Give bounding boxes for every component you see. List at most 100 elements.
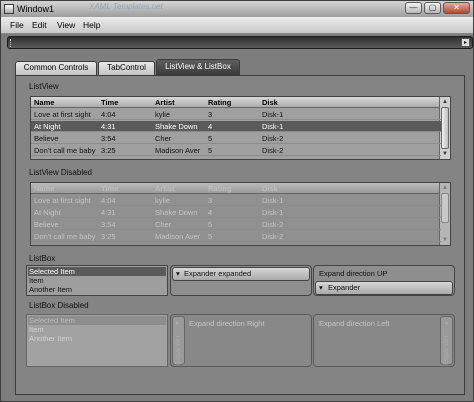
table-cell: Disk-1: [262, 208, 284, 217]
scroll-thumb[interactable]: [441, 107, 449, 149]
listbox-label: ListBox: [29, 254, 56, 263]
table-cell: 5: [208, 220, 213, 229]
table-cell: Disk-2: [262, 220, 284, 229]
expander-left-content: Expand direction Left: [319, 319, 390, 328]
table-cell: 4:04: [101, 196, 116, 205]
listview-disabled: Name Time Artist Rating Disk ▲ ▼ Love at…: [30, 182, 451, 246]
table-cell: Cher: [155, 220, 172, 229]
menu-file[interactable]: File: [10, 20, 24, 30]
table-cell: Madison Aver: [155, 146, 201, 155]
table-cell: Don't call me baby: [34, 146, 96, 155]
listbox-item-selected[interactable]: Selected Item: [28, 267, 166, 276]
close-button[interactable]: ✕: [443, 2, 470, 14]
column-header-artist: Artist: [155, 184, 175, 193]
menu-bar: File Edit View Help: [1, 17, 473, 34]
table-cell: 3:54: [101, 134, 116, 143]
menu-edit[interactable]: Edit: [32, 20, 47, 30]
chevron-down-icon: ▾: [319, 283, 323, 292]
column-header-name[interactable]: Name: [34, 98, 54, 107]
listbox-item[interactable]: Another Item: [28, 285, 166, 294]
expander-right-content: Expand direction Right: [189, 319, 265, 328]
expander-expanded-label: Expander expanded: [184, 269, 252, 278]
column-header-name: Name: [34, 184, 55, 193]
column-header-rating[interactable]: Rating: [208, 98, 231, 107]
column-header-rating: Rating: [208, 184, 232, 193]
table-cell: Love at first sight: [34, 196, 91, 205]
table-row: At Night 4:31 Shake Down 4 Disk-1: [31, 207, 441, 218]
scroll-down-icon: ▼: [442, 237, 448, 243]
main-window: Window1 XAML Templates.net — ▢ ✕ File Ed…: [0, 0, 474, 402]
maximize-button[interactable]: ▢: [424, 2, 441, 14]
table-cell: Disk-2: [262, 232, 284, 241]
window-title: Window1: [17, 4, 55, 14]
table-cell: kylie: [155, 196, 171, 205]
table-cell: 3:54: [101, 220, 116, 229]
chevron-down-icon: ▾: [176, 269, 180, 278]
table-cell: Disk-1: [262, 122, 284, 131]
menu-view[interactable]: View: [57, 20, 75, 30]
column-header-artist[interactable]: Artist: [155, 98, 175, 107]
table-cell: 3: [208, 196, 213, 205]
expander-up-content: Expand direction UP: [319, 269, 388, 278]
tab-tabcontrol[interactable]: TabControl: [98, 61, 155, 75]
minimize-button[interactable]: —: [405, 2, 422, 14]
table-cell: 5: [208, 232, 213, 241]
scroll-up-icon[interactable]: ▲: [441, 98, 449, 106]
table-cell: 4:04: [101, 110, 116, 119]
table-cell: Disk-1: [262, 110, 284, 119]
table-row: Believe 3:54 Cher 5 Disk-2: [31, 219, 441, 230]
listbox[interactable]: Selected Item Item Another Item: [26, 265, 168, 296]
table-cell: kylie: [155, 110, 171, 119]
table-cell: Believe: [34, 134, 59, 143]
expander-expanded-header[interactable]: ▾ Expander expanded: [172, 267, 310, 281]
expander-left-disabled: Expand direction Left ◂ Expander: [313, 314, 455, 367]
expander-left-label: Expander: [443, 335, 450, 365]
listbox-disabled: Selected Item Item Another Item: [26, 314, 168, 367]
table-row[interactable]: Believe 3:54 Cher 5 Disk-2: [31, 133, 441, 144]
table-row[interactable]: At Night 4:31 Shake Down 4 Disk-1: [31, 121, 441, 132]
table-cell: Shake Down: [155, 122, 198, 131]
scroll-up-icon: ▲: [442, 185, 448, 191]
expander-left-header: ◂ Expander: [440, 316, 453, 365]
tab-listview-listbox[interactable]: ListView & ListBox: [156, 59, 240, 75]
table-cell: 4: [208, 208, 213, 217]
expander-right-label: Expander: [175, 335, 182, 365]
table-row: Love at first sight 4:04 kylie 3 Disk-1: [31, 195, 441, 206]
table-cell: Disk-1: [262, 196, 284, 205]
listbox-item: Another Item: [29, 334, 72, 343]
table-cell: Don't call me baby: [34, 232, 96, 241]
expander-right-disabled: ▸ Expander Expand direction Right: [170, 314, 312, 367]
chevron-right-icon[interactable]: ▸: [461, 38, 470, 47]
table-cell: Disk-2: [262, 146, 284, 155]
column-header-disk[interactable]: Disk: [262, 98, 278, 107]
column-header-time: Time: [101, 184, 119, 193]
table-cell: At Night: [34, 208, 61, 217]
expander-up: Expand direction UP ▾ Expander: [313, 265, 455, 296]
table-cell: 4: [208, 122, 213, 131]
table-cell: Believe: [34, 220, 59, 229]
table-row[interactable]: Love at first sight 4:04 kylie 3 Disk-1: [31, 109, 441, 120]
listview-disabled-header: Name Time Artist Rating Disk: [31, 183, 441, 194]
grip-icon[interactable]: [10, 39, 13, 47]
listbox-item-selected: Selected Item: [28, 316, 166, 325]
expander-up-header[interactable]: ▾ Expander: [315, 281, 453, 295]
tab-common-controls[interactable]: Common Controls: [15, 61, 97, 75]
menu-help[interactable]: Help: [83, 20, 100, 30]
toolbar-strip: ▸: [7, 36, 473, 49]
column-header-time[interactable]: Time: [101, 98, 118, 107]
listbox-item: Item: [29, 325, 44, 334]
table-cell: Shake Down: [155, 208, 198, 217]
table-cell: 5: [208, 134, 213, 143]
column-header-disk: Disk: [262, 184, 278, 193]
title-bar[interactable]: Window1 XAML Templates.net — ▢ ✕: [1, 1, 473, 17]
app-icon: [4, 4, 14, 14]
scroll-down-icon[interactable]: ▼: [441, 150, 449, 158]
table-cell: 4:31: [101, 208, 116, 217]
table-cell: Cher: [155, 134, 172, 143]
table-cell: 5: [208, 146, 213, 155]
listview[interactable]: Name Time Artist Rating Disk ▲ ▼ Love at…: [30, 96, 451, 160]
listbox-item[interactable]: Item: [28, 276, 166, 285]
scroll-thumb: [441, 193, 449, 223]
expander-up-label: Expander: [328, 283, 361, 292]
table-row[interactable]: Don't call me baby 3:25 Madison Aver 5 Disk-…: [31, 145, 441, 156]
